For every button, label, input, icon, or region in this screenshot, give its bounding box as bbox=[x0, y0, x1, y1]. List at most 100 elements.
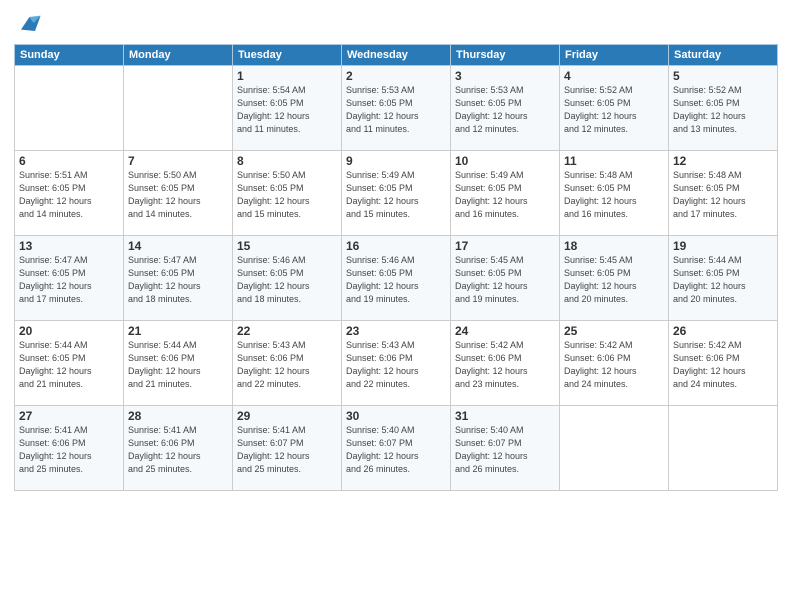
calendar-cell: 25Sunrise: 5:42 AM Sunset: 6:06 PM Dayli… bbox=[560, 321, 669, 406]
calendar-cell: 31Sunrise: 5:40 AM Sunset: 6:07 PM Dayli… bbox=[451, 406, 560, 491]
calendar-week-5: 27Sunrise: 5:41 AM Sunset: 6:06 PM Dayli… bbox=[15, 406, 778, 491]
calendar-cell: 9Sunrise: 5:49 AM Sunset: 6:05 PM Daylig… bbox=[342, 151, 451, 236]
day-number: 1 bbox=[237, 69, 337, 83]
day-number: 27 bbox=[19, 409, 119, 423]
day-number: 20 bbox=[19, 324, 119, 338]
calendar-table: SundayMondayTuesdayWednesdayThursdayFrid… bbox=[14, 44, 778, 491]
calendar-cell bbox=[15, 66, 124, 151]
day-number: 2 bbox=[346, 69, 446, 83]
calendar-cell: 28Sunrise: 5:41 AM Sunset: 6:06 PM Dayli… bbox=[124, 406, 233, 491]
day-number: 18 bbox=[564, 239, 664, 253]
day-detail: Sunrise: 5:42 AM Sunset: 6:06 PM Dayligh… bbox=[673, 339, 773, 391]
day-detail: Sunrise: 5:40 AM Sunset: 6:07 PM Dayligh… bbox=[455, 424, 555, 476]
day-number: 22 bbox=[237, 324, 337, 338]
day-detail: Sunrise: 5:44 AM Sunset: 6:05 PM Dayligh… bbox=[19, 339, 119, 391]
day-detail: Sunrise: 5:41 AM Sunset: 6:06 PM Dayligh… bbox=[19, 424, 119, 476]
calendar-week-3: 13Sunrise: 5:47 AM Sunset: 6:05 PM Dayli… bbox=[15, 236, 778, 321]
day-number: 3 bbox=[455, 69, 555, 83]
day-detail: Sunrise: 5:53 AM Sunset: 6:05 PM Dayligh… bbox=[455, 84, 555, 136]
calendar-cell: 3Sunrise: 5:53 AM Sunset: 6:05 PM Daylig… bbox=[451, 66, 560, 151]
calendar-cell: 13Sunrise: 5:47 AM Sunset: 6:05 PM Dayli… bbox=[15, 236, 124, 321]
day-number: 11 bbox=[564, 154, 664, 168]
day-detail: Sunrise: 5:52 AM Sunset: 6:05 PM Dayligh… bbox=[673, 84, 773, 136]
header bbox=[14, 10, 778, 38]
day-detail: Sunrise: 5:48 AM Sunset: 6:05 PM Dayligh… bbox=[673, 169, 773, 221]
logo-icon bbox=[14, 10, 42, 38]
day-number: 25 bbox=[564, 324, 664, 338]
day-detail: Sunrise: 5:42 AM Sunset: 6:06 PM Dayligh… bbox=[455, 339, 555, 391]
calendar-cell: 17Sunrise: 5:45 AM Sunset: 6:05 PM Dayli… bbox=[451, 236, 560, 321]
day-number: 26 bbox=[673, 324, 773, 338]
calendar-cell: 26Sunrise: 5:42 AM Sunset: 6:06 PM Dayli… bbox=[669, 321, 778, 406]
calendar-cell: 4Sunrise: 5:52 AM Sunset: 6:05 PM Daylig… bbox=[560, 66, 669, 151]
calendar-week-4: 20Sunrise: 5:44 AM Sunset: 6:05 PM Dayli… bbox=[15, 321, 778, 406]
calendar-cell: 22Sunrise: 5:43 AM Sunset: 6:06 PM Dayli… bbox=[233, 321, 342, 406]
day-detail: Sunrise: 5:41 AM Sunset: 6:06 PM Dayligh… bbox=[128, 424, 228, 476]
day-number: 31 bbox=[455, 409, 555, 423]
calendar-week-1: 1Sunrise: 5:54 AM Sunset: 6:05 PM Daylig… bbox=[15, 66, 778, 151]
calendar-body: 1Sunrise: 5:54 AM Sunset: 6:05 PM Daylig… bbox=[15, 66, 778, 491]
calendar-cell: 5Sunrise: 5:52 AM Sunset: 6:05 PM Daylig… bbox=[669, 66, 778, 151]
day-number: 30 bbox=[346, 409, 446, 423]
day-number: 23 bbox=[346, 324, 446, 338]
day-detail: Sunrise: 5:44 AM Sunset: 6:05 PM Dayligh… bbox=[673, 254, 773, 306]
day-detail: Sunrise: 5:46 AM Sunset: 6:05 PM Dayligh… bbox=[237, 254, 337, 306]
day-number: 15 bbox=[237, 239, 337, 253]
day-header-wednesday: Wednesday bbox=[342, 45, 451, 66]
day-header-thursday: Thursday bbox=[451, 45, 560, 66]
day-number: 5 bbox=[673, 69, 773, 83]
calendar-cell: 11Sunrise: 5:48 AM Sunset: 6:05 PM Dayli… bbox=[560, 151, 669, 236]
day-number: 14 bbox=[128, 239, 228, 253]
day-detail: Sunrise: 5:50 AM Sunset: 6:05 PM Dayligh… bbox=[237, 169, 337, 221]
day-detail: Sunrise: 5:45 AM Sunset: 6:05 PM Dayligh… bbox=[455, 254, 555, 306]
logo bbox=[14, 10, 46, 38]
calendar-cell: 19Sunrise: 5:44 AM Sunset: 6:05 PM Dayli… bbox=[669, 236, 778, 321]
calendar-cell: 20Sunrise: 5:44 AM Sunset: 6:05 PM Dayli… bbox=[15, 321, 124, 406]
calendar-cell: 14Sunrise: 5:47 AM Sunset: 6:05 PM Dayli… bbox=[124, 236, 233, 321]
calendar-cell: 15Sunrise: 5:46 AM Sunset: 6:05 PM Dayli… bbox=[233, 236, 342, 321]
calendar-cell bbox=[669, 406, 778, 491]
day-number: 29 bbox=[237, 409, 337, 423]
day-header-tuesday: Tuesday bbox=[233, 45, 342, 66]
day-header-friday: Friday bbox=[560, 45, 669, 66]
calendar-cell: 8Sunrise: 5:50 AM Sunset: 6:05 PM Daylig… bbox=[233, 151, 342, 236]
calendar-cell: 27Sunrise: 5:41 AM Sunset: 6:06 PM Dayli… bbox=[15, 406, 124, 491]
calendar-cell: 2Sunrise: 5:53 AM Sunset: 6:05 PM Daylig… bbox=[342, 66, 451, 151]
calendar-cell: 6Sunrise: 5:51 AM Sunset: 6:05 PM Daylig… bbox=[15, 151, 124, 236]
day-number: 17 bbox=[455, 239, 555, 253]
day-header-saturday: Saturday bbox=[669, 45, 778, 66]
day-number: 16 bbox=[346, 239, 446, 253]
calendar-cell: 29Sunrise: 5:41 AM Sunset: 6:07 PM Dayli… bbox=[233, 406, 342, 491]
calendar-cell bbox=[124, 66, 233, 151]
day-number: 12 bbox=[673, 154, 773, 168]
day-detail: Sunrise: 5:54 AM Sunset: 6:05 PM Dayligh… bbox=[237, 84, 337, 136]
calendar-cell: 30Sunrise: 5:40 AM Sunset: 6:07 PM Dayli… bbox=[342, 406, 451, 491]
calendar-cell: 18Sunrise: 5:45 AM Sunset: 6:05 PM Dayli… bbox=[560, 236, 669, 321]
day-detail: Sunrise: 5:53 AM Sunset: 6:05 PM Dayligh… bbox=[346, 84, 446, 136]
day-detail: Sunrise: 5:50 AM Sunset: 6:05 PM Dayligh… bbox=[128, 169, 228, 221]
calendar-cell: 10Sunrise: 5:49 AM Sunset: 6:05 PM Dayli… bbox=[451, 151, 560, 236]
calendar-cell: 21Sunrise: 5:44 AM Sunset: 6:06 PM Dayli… bbox=[124, 321, 233, 406]
day-number: 19 bbox=[673, 239, 773, 253]
day-detail: Sunrise: 5:51 AM Sunset: 6:05 PM Dayligh… bbox=[19, 169, 119, 221]
calendar-cell: 23Sunrise: 5:43 AM Sunset: 6:06 PM Dayli… bbox=[342, 321, 451, 406]
day-number: 4 bbox=[564, 69, 664, 83]
day-detail: Sunrise: 5:42 AM Sunset: 6:06 PM Dayligh… bbox=[564, 339, 664, 391]
day-number: 24 bbox=[455, 324, 555, 338]
day-header-sunday: Sunday bbox=[15, 45, 124, 66]
calendar-cell: 12Sunrise: 5:48 AM Sunset: 6:05 PM Dayli… bbox=[669, 151, 778, 236]
calendar-header-row: SundayMondayTuesdayWednesdayThursdayFrid… bbox=[15, 45, 778, 66]
day-number: 8 bbox=[237, 154, 337, 168]
calendar-cell: 16Sunrise: 5:46 AM Sunset: 6:05 PM Dayli… bbox=[342, 236, 451, 321]
day-detail: Sunrise: 5:45 AM Sunset: 6:05 PM Dayligh… bbox=[564, 254, 664, 306]
day-number: 9 bbox=[346, 154, 446, 168]
day-number: 6 bbox=[19, 154, 119, 168]
day-detail: Sunrise: 5:48 AM Sunset: 6:05 PM Dayligh… bbox=[564, 169, 664, 221]
day-detail: Sunrise: 5:47 AM Sunset: 6:05 PM Dayligh… bbox=[128, 254, 228, 306]
day-number: 10 bbox=[455, 154, 555, 168]
day-detail: Sunrise: 5:43 AM Sunset: 6:06 PM Dayligh… bbox=[237, 339, 337, 391]
day-detail: Sunrise: 5:46 AM Sunset: 6:05 PM Dayligh… bbox=[346, 254, 446, 306]
calendar-cell: 24Sunrise: 5:42 AM Sunset: 6:06 PM Dayli… bbox=[451, 321, 560, 406]
page: SundayMondayTuesdayWednesdayThursdayFrid… bbox=[0, 0, 792, 612]
day-detail: Sunrise: 5:41 AM Sunset: 6:07 PM Dayligh… bbox=[237, 424, 337, 476]
